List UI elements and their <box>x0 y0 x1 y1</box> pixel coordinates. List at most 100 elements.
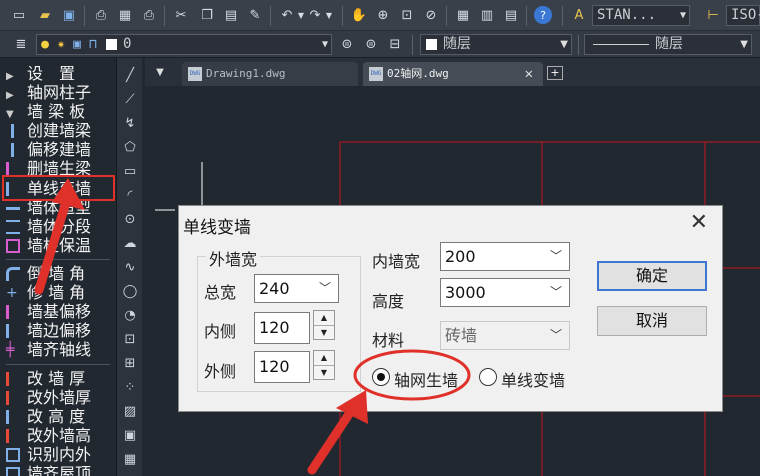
zoom-previous-icon[interactable]: ⊘ <box>422 6 440 24</box>
construction-line-icon[interactable]: ⟋ <box>122 92 138 108</box>
zoom-window-icon[interactable]: ⊡ <box>398 6 416 24</box>
linetype-combo[interactable]: 随层 ▼ <box>584 34 752 55</box>
cut-icon[interactable]: ✂ <box>172 6 190 24</box>
menu-item-fix-corner[interactable]: + 修 墙 角 <box>0 283 116 303</box>
menu-item-offset-wall[interactable]: 偏移建墙 <box>0 140 116 160</box>
arc-icon[interactable]: ◜ <box>122 188 138 204</box>
redo-dropdown-icon[interactable]: ▼ <box>320 6 338 24</box>
make-current-icon[interactable]: ⊜ <box>338 35 356 53</box>
total-width-select[interactable]: 240 ﹀ <box>254 274 339 303</box>
spin-down-icon[interactable]: ▼ <box>314 365 334 379</box>
dim-style-combo[interactable]: ISO- <box>726 5 760 26</box>
rectangle-icon[interactable]: ▭ <box>122 164 138 180</box>
help-icon[interactable]: ? <box>534 6 552 24</box>
menu-item-axis-column[interactable]: ▶ 轴网柱子 <box>0 83 116 103</box>
properties-icon[interactable]: ▦ <box>454 6 472 24</box>
line-icon[interactable]: ╱ <box>122 68 138 84</box>
new-icon[interactable]: ▭ <box>10 6 28 24</box>
menu-item-wall-shape[interactable]: 墙体造型 <box>0 198 116 218</box>
insert-block-icon[interactable]: ⊡ <box>122 332 138 348</box>
menu-item-change-height[interactable]: 改 高 度 <box>0 407 116 427</box>
color-combo[interactable]: 随层 ▼ <box>420 34 572 55</box>
dim-style-icon[interactable]: ⊢ <box>704 6 722 24</box>
spin-up-icon[interactable]: ▲ <box>314 351 334 365</box>
ok-button[interactable]: 确定 <box>597 261 707 291</box>
spin-down-icon[interactable]: ▼ <box>314 325 334 339</box>
polygon-icon[interactable]: ⬠ <box>122 140 138 156</box>
spin-up-icon[interactable]: ▲ <box>314 311 334 325</box>
zoom-realtime-icon[interactable]: ⊕ <box>374 6 392 24</box>
save-icon[interactable]: ▣ <box>60 6 78 24</box>
tab-02-axis-grid[interactable]: DWG 02轴网.dwg ✕ <box>363 62 543 86</box>
tab-menu-icon[interactable]: ▼ <box>151 64 169 82</box>
radio-single-line[interactable] <box>479 368 497 386</box>
roof-icon <box>6 467 20 476</box>
revision-cloud-icon[interactable]: ☁ <box>122 236 138 252</box>
paste-icon[interactable]: ▤ <box>222 6 240 24</box>
plot-preview-icon[interactable]: ▦ <box>116 6 134 24</box>
point-icon[interactable]: ⁘ <box>122 380 138 396</box>
close-tab-icon[interactable]: ✕ <box>525 62 533 86</box>
menu-item-change-outer-thickness[interactable]: 改外墙厚 <box>0 388 116 408</box>
publish-icon[interactable]: ⎙ <box>140 6 158 24</box>
text-style-combo[interactable]: STAN... ▼ <box>592 5 690 26</box>
tool-palettes-icon[interactable]: ▤ <box>502 6 520 24</box>
spline-icon[interactable]: ∿ <box>122 260 138 276</box>
menu-item-wall-beam-slab[interactable]: ▼ 墙 梁 板 <box>0 102 116 122</box>
menu-item-wall-insulation[interactable]: 墙柱保温 <box>0 236 116 256</box>
hatch-icon[interactable]: ▨ <box>122 404 138 420</box>
inner-wall-width-select[interactable]: 200 ﹀ <box>440 242 570 271</box>
ellipse-arc-icon[interactable]: ◔ <box>122 308 138 324</box>
layer-name: 0 <box>123 36 132 52</box>
menu-item-base-offset[interactable]: 墙基偏移 <box>0 302 116 322</box>
outer-side-input[interactable]: 120 <box>254 351 310 383</box>
copy-icon[interactable]: ❐ <box>198 6 216 24</box>
ellipse-icon[interactable]: ◯ <box>122 284 138 300</box>
plot-icon[interactable]: ⎙ <box>92 6 110 24</box>
menu-item-settings[interactable]: ▶ 设 置 <box>0 64 116 84</box>
tab-drawing1[interactable]: DWG Drawing1.dwg <box>182 62 358 86</box>
table-icon[interactable]: ▦ <box>122 452 138 468</box>
match-properties-icon[interactable]: ✎ <box>246 6 264 24</box>
document-tab-bar: ▼ DWG Drawing1.dwg DWG 02轴网.dwg ✕ + <box>145 58 760 86</box>
outer-side-stepper[interactable]: ▲ ▼ <box>313 350 335 380</box>
material-select[interactable]: 砖墙 ﹀ <box>440 321 570 350</box>
radio-grid-label[interactable]: 轴网生墙 <box>394 367 458 391</box>
open-icon[interactable]: ▰ <box>36 6 54 24</box>
layer-manager-icon[interactable]: ≣ <box>12 35 30 53</box>
polyline-icon[interactable]: ↯ <box>122 116 138 132</box>
pan-icon[interactable]: ✋ <box>350 6 368 24</box>
menu-item-change-outer-height[interactable]: 改外墙高 <box>0 426 116 446</box>
menu-item-align-axis[interactable]: ╪ 墙齐轴线 <box>0 340 116 360</box>
inner-side-input[interactable]: 120 <box>254 312 310 344</box>
menu-item-create-wall[interactable]: 创建墙梁 <box>0 121 116 141</box>
linetype-sample <box>593 44 649 45</box>
outer-height-icon <box>6 429 20 443</box>
outer-side-value: 120 <box>259 357 290 376</box>
offset-wall-icon <box>11 143 14 157</box>
design-center-icon[interactable]: ▥ <box>478 6 496 24</box>
menu-item-chamfer-corner[interactable]: 倒 墙 角 <box>0 264 116 284</box>
menu-item-wall-segment[interactable]: 墙体分段 <box>0 217 116 237</box>
close-icon[interactable]: ✕ <box>690 210 708 235</box>
cancel-button[interactable]: 取消 <box>597 306 707 336</box>
text-style-icon[interactable]: A <box>570 6 588 24</box>
height-select[interactable]: 3000 ﹀ <box>440 278 570 307</box>
layer-combo[interactable]: ● ✷ ▣ ⊓ 0 ▼ <box>36 34 332 55</box>
menu-item-change-thickness[interactable]: 改 墙 厚 <box>0 369 116 389</box>
region-icon[interactable]: ▣ <box>122 428 138 444</box>
circle-icon[interactable]: ⊙ <box>122 212 138 228</box>
new-tab-icon[interactable]: + <box>547 66 563 80</box>
base-offset-icon <box>6 305 20 319</box>
layer-previous-icon[interactable]: ⊟ <box>386 35 404 53</box>
layer-match-icon[interactable]: ⊜ <box>362 35 380 53</box>
radio-grid-to-wall[interactable] <box>372 368 390 386</box>
radio-single-label[interactable]: 单线变墙 <box>501 367 565 391</box>
menu-item-edge-offset[interactable]: 墙边偏移 <box>0 321 116 341</box>
unlock-icon: ⊓ <box>89 36 97 52</box>
make-block-icon[interactable]: ⊞ <box>122 356 138 372</box>
menu-item-align-roof[interactable]: 墙齐屋顶 <box>0 464 116 476</box>
inner-side-stepper[interactable]: ▲ ▼ <box>313 310 335 340</box>
chamfer-icon <box>6 267 20 281</box>
menu-item-identify-inner-outer[interactable]: 识别内外 <box>0 445 116 465</box>
